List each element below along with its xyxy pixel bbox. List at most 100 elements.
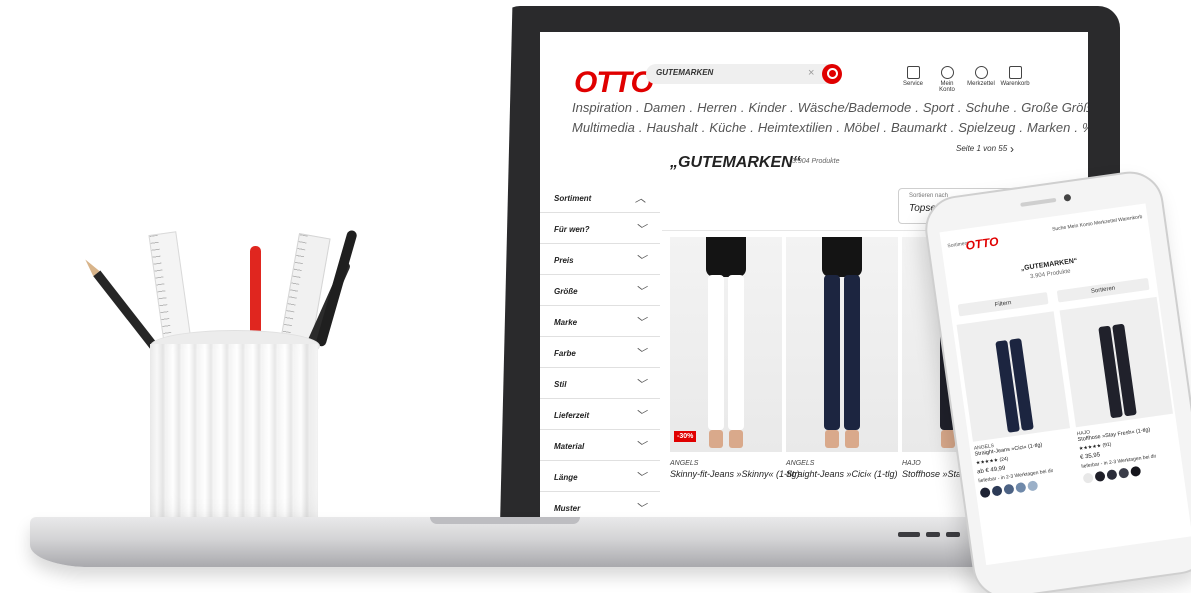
results-count: 3.904 Produkte	[792, 158, 840, 165]
account-button[interactable]: Mein Konto	[932, 66, 962, 93]
nav-separator: .	[750, 120, 754, 135]
mobile-product-card[interactable]: ANGELS Straight-Jeans »Cici« (1-tlg) ★★★★★…	[956, 311, 1080, 499]
category-link[interactable]: Heimtextilien	[758, 120, 832, 135]
color-swatch[interactable]	[1094, 470, 1106, 483]
filter-accordion[interactable]: Farbe ﹀	[540, 337, 660, 368]
clear-search-icon[interactable]: ×	[808, 67, 814, 79]
filter-accordion[interactable]: Material ﹀	[540, 430, 660, 461]
model-foot	[729, 430, 743, 448]
nav-separator: .	[950, 120, 955, 135]
model-foot	[825, 430, 839, 448]
chevron-down-icon: ﹀	[635, 379, 646, 391]
nav-separator: .	[957, 100, 962, 115]
model-leg	[824, 275, 840, 430]
product-image[interactable]	[786, 237, 898, 452]
filter-accordion[interactable]: Marke ﹀	[540, 306, 660, 337]
filter-accordion[interactable]: Länge ﹀	[540, 461, 660, 492]
nav-separator: .	[740, 100, 745, 115]
category-link[interactable]: Inspiration	[572, 100, 632, 115]
service-icon	[906, 66, 920, 79]
filter-accordion[interactable]: Größe ﹀	[540, 275, 660, 306]
search-value: GUTEMARKEN	[656, 68, 714, 77]
mobile-header-icons[interactable]: Suche Mein Konto Merkzettel Warenkorb	[1052, 214, 1143, 233]
chevron-up-icon: ︿	[635, 193, 646, 205]
mobile-product-image[interactable]	[956, 311, 1071, 442]
mobile-product-image[interactable]	[1059, 296, 1174, 428]
laptop-port	[946, 532, 960, 537]
category-link[interactable]: Damen	[644, 100, 686, 115]
nav-separator: .	[790, 100, 794, 115]
product-card[interactable]: -30% ANGELS Skinny-fit-Jeans »Skinny« (1-t…	[670, 237, 800, 479]
search-icon[interactable]	[822, 64, 842, 84]
category-link[interactable]: Spielzeug	[958, 120, 1015, 135]
filter-label: Muster	[554, 504, 581, 513]
nav-separator: .	[689, 100, 694, 115]
filter-accordion[interactable]: Stil ﹀	[540, 368, 660, 399]
category-link[interactable]: Baumarkt	[891, 120, 947, 135]
color-swatch[interactable]	[1015, 481, 1027, 494]
nav-separator: .	[638, 120, 643, 135]
category-nav-row-1: Inspiration. Damen. Herren. Kinder. Wäsche/B…	[572, 98, 1088, 118]
model-leg	[728, 275, 744, 430]
category-link[interactable]: Große Größen	[1021, 100, 1088, 115]
category-link[interactable]: Schuhe	[966, 100, 1010, 115]
mobile-product-card[interactable]: HAJO Stoffhose »Stay Fresh« (1-tlg) ★★★★★ …	[1059, 296, 1183, 484]
category-link[interactable]: Sport	[923, 100, 954, 115]
color-swatch[interactable]	[991, 485, 1003, 497]
model-top	[822, 237, 862, 277]
color-swatch[interactable]	[1027, 480, 1039, 492]
filter-accordion[interactable]: Sortiment ︿	[540, 182, 660, 213]
wishlist-label: Merkzettel	[967, 81, 995, 87]
color-swatch[interactable]	[1082, 472, 1094, 484]
category-link[interactable]: Wäsche/Bademode	[798, 100, 911, 115]
color-swatch[interactable]	[1106, 469, 1118, 481]
filter-label: Sortiment	[554, 194, 592, 203]
category-link[interactable]: Möbel	[844, 120, 879, 135]
service-label: Service	[902, 81, 923, 87]
category-link[interactable]: Marken	[1027, 120, 1070, 135]
chevron-down-icon: ﹀	[635, 255, 646, 267]
filter-label: Farbe	[554, 349, 576, 358]
product-image[interactable]: -30%	[670, 237, 782, 452]
product-name[interactable]: Straight-Jeans »Cici« (1-tlg)	[786, 469, 906, 479]
chevron-down-icon: ﹀	[635, 348, 646, 360]
nav-separator: .	[836, 120, 840, 135]
category-link[interactable]: Kinder	[749, 100, 787, 115]
product-card[interactable]: ANGELS Straight-Jeans »Cici« (1-tlg)	[786, 237, 906, 479]
cup-body	[150, 344, 318, 540]
color-swatch[interactable]	[1130, 465, 1142, 478]
category-nav: Inspiration. Damen. Herren. Kinder. Wäsche/B…	[572, 98, 1088, 138]
cart-button[interactable]: Warenkorb	[1000, 66, 1030, 93]
mobile-otto-logo[interactable]: OTTO	[965, 234, 1000, 252]
wishlist-button[interactable]: Merkzettel	[966, 66, 996, 93]
chevron-down-icon: ﹀	[635, 503, 646, 515]
next-page-icon[interactable]: ›	[1010, 142, 1014, 156]
color-swatch[interactable]	[1118, 467, 1130, 479]
laptop-notch	[430, 517, 580, 524]
category-link[interactable]: Küche	[709, 120, 746, 135]
nav-separator: .	[1019, 120, 1024, 135]
laptop-port	[926, 532, 940, 537]
phone-speaker	[1020, 197, 1057, 207]
category-link[interactable]: %Sale%	[1082, 120, 1088, 135]
model-top	[706, 237, 746, 277]
category-link[interactable]: Herren	[697, 100, 737, 115]
chevron-down-icon: ﹀	[635, 224, 646, 236]
color-swatch[interactable]	[979, 486, 991, 499]
product-photo-scene: OTTO GUTEMARKEN × Service Mein Konto Mer…	[0, 0, 1191, 593]
filter-accordion[interactable]: Preis ﹀	[540, 244, 660, 275]
category-link[interactable]: Haushalt	[646, 120, 697, 135]
model-foot	[845, 430, 859, 448]
filter-accordion[interactable]: Für wen? ﹀	[540, 213, 660, 244]
otto-logo[interactable]: OTTO	[574, 66, 654, 100]
account-icon	[940, 66, 954, 79]
category-link[interactable]: Multimedia	[572, 120, 635, 135]
color-swatch[interactable]	[1003, 483, 1015, 495]
nav-separator: .	[635, 100, 640, 115]
discount-badge: -30%	[674, 431, 697, 442]
service-button[interactable]: Service	[898, 66, 928, 93]
search-input[interactable]: GUTEMARKEN ×	[646, 64, 842, 84]
product-name[interactable]: Skinny-fit-Jeans »Skinny« (1-tlg)	[670, 469, 800, 479]
cart-label: Warenkorb	[1000, 81, 1030, 87]
filter-accordion[interactable]: Lieferzeit ﹀	[540, 399, 660, 430]
